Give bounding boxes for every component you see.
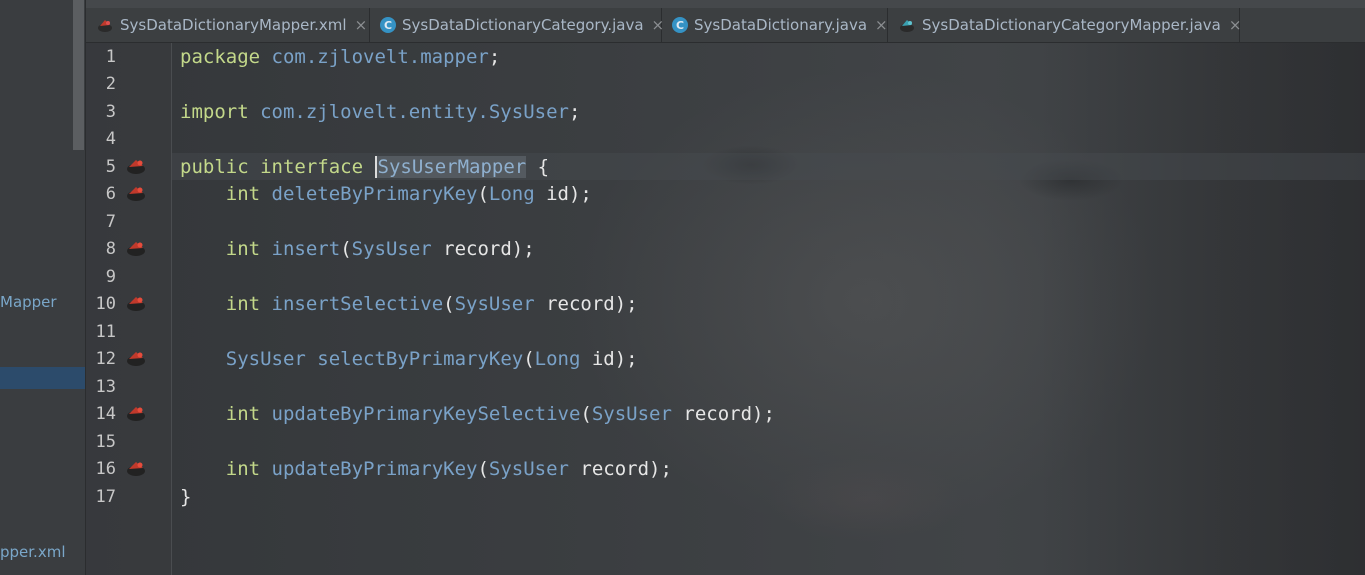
line-number: 5: [105, 157, 116, 177]
param-rest: record);: [671, 403, 775, 425]
keyword: interface: [260, 156, 364, 178]
tab-sysdatadictionarycategorymapper-java[interactable]: SysDataDictionaryCategoryMapper.java ×: [888, 8, 1242, 42]
line-number: 11: [95, 322, 116, 342]
close-icon[interactable]: ×: [1229, 16, 1242, 34]
close-icon[interactable]: ×: [355, 16, 368, 34]
method-name: deleteByPrimaryKey: [271, 183, 478, 205]
return-type: int: [225, 458, 261, 480]
tab-sysdatadictionarycategory-java[interactable]: C SysDataDictionaryCategory.java ×: [370, 8, 664, 42]
line-number: 10: [95, 294, 116, 314]
line-number-gutter: 1 2 3 4 5 6 7 8 9 10 11 12 13 14 15 16 1…: [86, 43, 172, 575]
project-tree-item-mapper[interactable]: Mapper: [0, 293, 57, 311]
project-panel-scrollbar[interactable]: [73, 0, 84, 150]
tab-label: SysDataDictionaryCategory.java: [402, 16, 644, 34]
line-number: 14: [95, 404, 116, 424]
line-number: 2: [105, 74, 116, 94]
method-name: insert: [271, 238, 341, 260]
line-number: 13: [95, 377, 116, 397]
line-number: 8: [105, 239, 116, 259]
code-line-1[interactable]: package com.zjlovelt.mapper;: [180, 46, 500, 68]
keyword: import: [180, 101, 249, 123]
line-number: 3: [105, 102, 116, 122]
close-icon[interactable]: ×: [875, 16, 888, 34]
param-rest: id);: [580, 348, 638, 370]
keyword: public: [180, 156, 249, 178]
param-type: SysUser: [488, 458, 569, 480]
mybatis-navigate-icon[interactable]: [124, 157, 148, 175]
package-name: com.zjlovelt.mapper: [271, 46, 489, 68]
return-type: int: [225, 403, 261, 425]
line-number: 9: [105, 267, 116, 287]
open-brace: {: [537, 156, 550, 178]
semicolon: ;: [488, 46, 501, 68]
editor-tab-bar: SysDataDictionaryMapper.xml × C SysDataD…: [86, 0, 1365, 43]
mybatis-interface-icon: [898, 16, 916, 34]
import-path: com.zjlovelt.entity.SysUser: [260, 101, 569, 123]
project-panel[interactable]: Mapper pper.xml: [0, 0, 86, 575]
tab-label: SysDataDictionary.java: [694, 16, 868, 34]
param-rest: record);: [534, 293, 638, 315]
code-line-6[interactable]: int deleteByPrimaryKey(Long id);: [180, 183, 592, 205]
mybatis-navigate-icon[interactable]: [124, 404, 148, 422]
line-number: 6: [105, 184, 116, 204]
line-number: 12: [95, 349, 116, 369]
semicolon: ;: [568, 101, 581, 123]
close-brace: }: [180, 486, 192, 508]
project-panel-selected-row[interactable]: [0, 367, 85, 389]
param-rest: record);: [431, 238, 535, 260]
mybatis-navigate-icon[interactable]: [124, 349, 148, 367]
mybatis-navigate-icon[interactable]: [124, 459, 148, 477]
return-type: int: [225, 293, 261, 315]
tab-bar-upper-strip: [86, 0, 1365, 8]
method-name: updateByPrimaryKey: [271, 458, 478, 480]
line-number: 7: [105, 212, 116, 232]
method-name: updateByPrimaryKeySelective: [271, 403, 581, 425]
mybatis-navigate-icon[interactable]: [124, 184, 148, 202]
tab-label: SysDataDictionaryMapper.xml: [120, 16, 347, 34]
mybatis-icon: [96, 16, 114, 34]
param-rest: record);: [568, 458, 672, 480]
mybatis-navigate-icon[interactable]: [124, 294, 148, 312]
tab-sysdatadictionarymapper-xml[interactable]: SysDataDictionaryMapper.xml ×: [86, 8, 370, 42]
param-type: SysUser: [454, 293, 535, 315]
interface-name-selected[interactable]: SysUserMapper: [374, 156, 527, 178]
param-rest: id);: [534, 183, 592, 205]
line-number: 15: [95, 432, 116, 452]
param-type: Long: [488, 183, 535, 205]
code-line-14[interactable]: int updateByPrimaryKeySelective(SysUser …: [180, 403, 775, 425]
param-type: SysUser: [591, 403, 672, 425]
method-name: selectByPrimaryKey: [317, 348, 524, 370]
code-line-16[interactable]: int updateByPrimaryKey(SysUser record);: [180, 458, 672, 480]
code-line-8[interactable]: int insert(SysUser record);: [180, 238, 535, 260]
param-type: SysUser: [351, 238, 432, 260]
return-type: SysUser: [225, 348, 306, 370]
keyword: package: [180, 46, 261, 68]
java-class-icon: C: [672, 16, 688, 34]
tab-sysdatadictionary-java[interactable]: C SysDataDictionary.java ×: [662, 8, 888, 42]
tab-label: SysDataDictionaryCategoryMapper.java: [922, 16, 1221, 34]
code-line-5[interactable]: public interface SysUserMapper {: [180, 156, 549, 178]
return-type: int: [225, 238, 261, 260]
line-number: 16: [95, 459, 116, 479]
method-name: insertSelective: [271, 293, 444, 315]
return-type: int: [225, 183, 261, 205]
line-number: 4: [105, 129, 116, 149]
line-number: 17: [95, 487, 116, 507]
line-number: 1: [105, 47, 116, 67]
code-line-10[interactable]: int insertSelective(SysUser record);: [180, 293, 638, 315]
code-editor[interactable]: 1 2 3 4 5 6 7 8 9 10 11 12 13 14 15 16 1…: [86, 43, 1365, 575]
java-class-icon: C: [380, 16, 396, 34]
code-line-3[interactable]: import com.zjlovelt.entity.SysUser;: [180, 101, 580, 123]
mybatis-navigate-icon[interactable]: [124, 239, 148, 257]
code-line-12[interactable]: SysUser selectByPrimaryKey(Long id);: [180, 348, 638, 370]
project-tree-item-mapper-xml[interactable]: pper.xml: [0, 543, 66, 561]
code-line-17[interactable]: }: [180, 486, 191, 508]
param-type: Long: [534, 348, 581, 370]
